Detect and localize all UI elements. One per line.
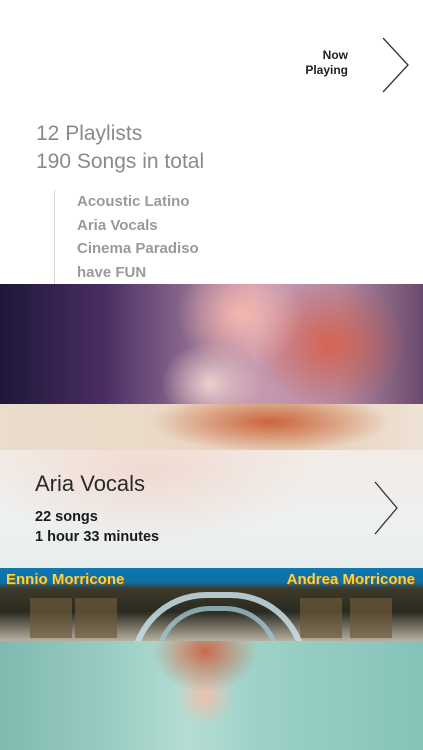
featured-duration: 1 hour 33 minutes xyxy=(35,529,160,545)
playlist-item-acoustic-latino[interactable]: Acoustic Latino xyxy=(55,190,255,214)
song-count: 190 Songs in total xyxy=(36,150,205,173)
chevron-right-icon xyxy=(374,481,398,535)
now-playing-button[interactable]: Now Playing xyxy=(301,36,411,96)
bottom-artwork xyxy=(0,641,423,750)
playlist-count: 12 Playlists xyxy=(36,122,143,145)
album-artwork-morricone[interactable]: Ennio Morricone Andrea Morricone xyxy=(0,568,423,641)
album-artist-left: Ennio Morricone xyxy=(6,571,125,588)
featured-playlist-card[interactable]: Aria Vocals 22 songs 1 hour 33 minutes xyxy=(0,450,423,568)
playlist-list: Acoustic Latino Aria Vocals Cinema Parad… xyxy=(54,190,255,284)
featured-song-count: 22 songs xyxy=(35,509,98,525)
chevron-right-icon xyxy=(382,37,409,93)
library-summary: 12 Playlists 190 Songs in total xyxy=(36,120,204,176)
playlist-item-have-fun[interactable]: have FUN xyxy=(55,261,255,285)
playlist-item-cinema-paradiso[interactable]: Cinema Paradiso xyxy=(55,237,255,261)
now-playing-label: Now Playing xyxy=(305,48,348,77)
playlist-item-aria-vocals[interactable]: Aria Vocals xyxy=(55,214,255,238)
featured-playlist-meta: 22 songs 1 hour 33 minutes xyxy=(35,507,159,547)
featured-playlist-title: Aria Vocals xyxy=(35,471,146,496)
artwork-strip xyxy=(0,404,423,450)
album-artist-right: Andrea Morricone xyxy=(286,571,415,588)
hero-artwork xyxy=(0,284,423,404)
